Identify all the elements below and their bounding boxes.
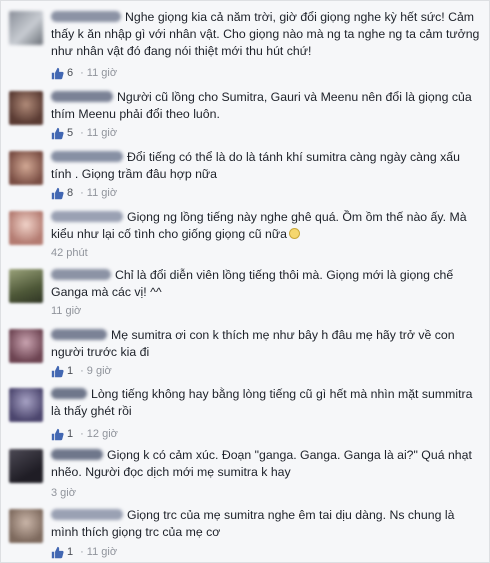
comment-body: Giọng trc của mẹ sumitra nghe êm tai dịu… bbox=[51, 507, 481, 541]
like-count[interactable]: 1 bbox=[67, 545, 73, 559]
comment-meta: 1 · 9 giờ bbox=[51, 364, 112, 378]
comment-text: Chỉ là đổi diễn viên lồng tiếng thôi mà.… bbox=[51, 268, 454, 299]
comment-text: Mẹ sumitra ơi con k thích mẹ như bây h đ… bbox=[51, 328, 455, 359]
comment-meta: 5 · 11 giờ bbox=[51, 126, 117, 140]
like-count[interactable]: 6 bbox=[67, 66, 73, 80]
comment-thread: Nghe giọng kia cả năm trời, giờ đổi giọn… bbox=[0, 0, 490, 563]
comment-meta: 11 giờ bbox=[51, 304, 81, 318]
commenter-name[interactable] bbox=[51, 211, 123, 222]
comment-meta: 6 · 11 giờ bbox=[51, 66, 117, 80]
comment-text: Người cũ lồng cho Sumitra, Gauri và Meen… bbox=[51, 90, 472, 121]
like-icon[interactable] bbox=[51, 428, 64, 441]
comment-body: Người cũ lồng cho Sumitra, Gauri và Meen… bbox=[51, 89, 481, 123]
comment-body: Lòng tiếng không hay bằng lòng tiếng cũ … bbox=[51, 386, 481, 420]
avatar[interactable] bbox=[9, 269, 43, 303]
comment-meta: 1 · 11 giờ bbox=[51, 545, 117, 559]
comment-time[interactable]: 9 giờ bbox=[87, 364, 112, 378]
comment-time[interactable]: 11 giờ bbox=[51, 304, 81, 318]
like-count[interactable]: 8 bbox=[67, 186, 73, 200]
like-icon[interactable] bbox=[51, 127, 64, 140]
smile-emoji-icon bbox=[288, 228, 300, 239]
like-count[interactable]: 1 bbox=[67, 364, 73, 378]
comment-time[interactable]: 11 giờ bbox=[87, 66, 117, 80]
comment-body: Đổi tiếng có thể là do là tánh khí sumit… bbox=[51, 149, 481, 183]
avatar[interactable] bbox=[9, 388, 43, 422]
comment-time[interactable]: 12 giờ bbox=[87, 427, 118, 441]
avatar[interactable] bbox=[9, 329, 43, 363]
comment-meta: 42 phút bbox=[51, 246, 88, 260]
comment-text: Lòng tiếng không hay bằng lòng tiếng cũ … bbox=[51, 387, 473, 418]
like-count[interactable]: 5 bbox=[67, 126, 73, 140]
comment-meta: 3 giờ bbox=[51, 486, 76, 500]
avatar[interactable] bbox=[9, 509, 43, 543]
comment-body: Nghe giọng kia cả năm trời, giờ đổi giọn… bbox=[51, 9, 481, 60]
comment-time[interactable]: 3 giờ bbox=[51, 486, 76, 500]
avatar[interactable] bbox=[9, 11, 43, 45]
comment-body: Giọng k có cảm xúc. Đoạn "ganga. Ganga. … bbox=[51, 447, 481, 481]
like-icon[interactable] bbox=[51, 365, 64, 378]
commenter-name[interactable] bbox=[51, 329, 107, 340]
comment-text: Giọng k có cảm xúc. Đoạn "ganga. Ganga. … bbox=[51, 448, 472, 479]
commenter-name[interactable] bbox=[51, 449, 103, 460]
like-icon[interactable] bbox=[51, 67, 64, 80]
commenter-name[interactable] bbox=[51, 11, 121, 22]
avatar[interactable] bbox=[9, 151, 43, 185]
comment-time[interactable]: 11 giờ bbox=[87, 186, 117, 200]
comment-time[interactable]: 11 giờ bbox=[87, 545, 117, 559]
like-count[interactable]: 1 bbox=[67, 427, 73, 441]
commenter-name[interactable] bbox=[51, 91, 113, 102]
comment-meta: 8 · 11 giờ bbox=[51, 186, 117, 200]
comment-meta: 1 · 12 giờ bbox=[51, 427, 118, 441]
commenter-name[interactable] bbox=[51, 269, 111, 280]
like-icon[interactable] bbox=[51, 187, 64, 200]
comment-body: Chỉ là đổi diễn viên lồng tiếng thôi mà.… bbox=[51, 267, 481, 301]
comment-time[interactable]: 11 giờ bbox=[87, 126, 117, 140]
avatar[interactable] bbox=[9, 91, 43, 125]
like-icon[interactable] bbox=[51, 546, 64, 559]
commenter-name[interactable] bbox=[51, 388, 87, 399]
comment-body: Giọng ng lồng tiếng này nghe ghê quá. Ồm… bbox=[51, 209, 481, 243]
comment-time[interactable]: 42 phút bbox=[51, 246, 88, 260]
commenter-name[interactable] bbox=[51, 509, 123, 520]
commenter-name[interactable] bbox=[51, 151, 123, 162]
avatar[interactable] bbox=[9, 211, 43, 245]
comment-body: Mẹ sumitra ơi con k thích mẹ như bây h đ… bbox=[51, 327, 481, 361]
avatar[interactable] bbox=[9, 449, 43, 483]
